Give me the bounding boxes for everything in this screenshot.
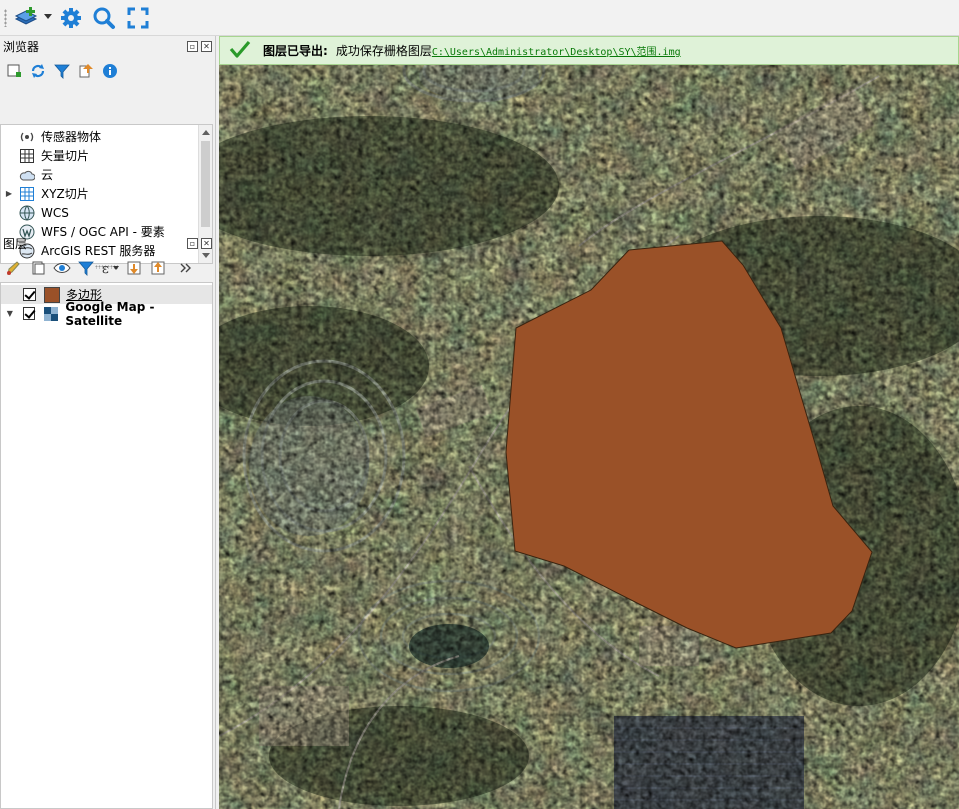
float-panel-icon[interactable]: ▫ [187,41,198,52]
expand-all-icon[interactable] [122,257,146,279]
info-icon[interactable] [98,60,122,82]
browser-toolbar [2,60,122,82]
success-check-icon [229,40,251,61]
main-toolbar [0,0,959,36]
vector-tile-icon [17,148,37,164]
layers-panel-title: 图层 ▫ ✕ [0,234,216,254]
message-title: 图层已导出: [263,44,328,58]
message-file-link[interactable]: C:\Users\Administrator\Desktop\SY\范围.img [432,43,681,58]
browser-item-wcs[interactable]: WCS [1,203,199,222]
polygon-swatch-icon [44,286,60,303]
satellite-imagery [219,36,959,809]
browser-item-cloud[interactable]: 云 [1,165,199,184]
zoom-magnifier-icon[interactable] [90,4,118,32]
refresh-icon[interactable] [26,60,50,82]
svg-text:ε: ε [102,262,109,276]
visibility-eye-icon[interactable] [50,257,74,279]
style-brush-icon[interactable] [2,257,26,279]
settings-gear-icon[interactable] [57,4,85,32]
scroll-up-arrow-icon[interactable] [202,130,210,135]
layers-toolbar: ε [2,257,214,279]
filter-icon[interactable] [50,60,74,82]
fullscreen-icon[interactable] [124,4,152,32]
expression-filter-icon[interactable]: ε [98,257,122,279]
browser-item-xyz-tiles[interactable]: ▶ XYZ切片 [1,184,199,203]
xyz-tile-icon [17,186,37,202]
close-panel-icon[interactable]: ✕ [201,41,212,52]
layers-tree: 多边形 ▼ Google Map - Satellite [0,282,213,809]
close-panel-icon[interactable]: ✕ [201,238,212,249]
expand-arrow-icon[interactable]: ▶ [1,189,17,198]
toolbar-grip[interactable] [4,9,7,27]
browser-item-vector-tiles[interactable]: 矢量切片 [1,146,199,165]
layer-visibility-checkbox[interactable] [22,307,36,320]
sensor-icon [17,129,37,145]
add-group-icon[interactable] [26,257,50,279]
message-bar: 图层已导出: 成功保存栅格图层 C:\Users\Administrator\D… [219,36,959,65]
layer-visibility-checkbox[interactable] [23,288,36,301]
add-selected-icon[interactable] [2,60,26,82]
scrollbar-thumb[interactable] [201,141,210,227]
cloud-icon [17,167,37,183]
map-canvas[interactable]: 图层已导出: 成功保存栅格图层 C:\Users\Administrator\D… [219,36,959,809]
float-panel-icon[interactable]: ▫ [187,238,198,249]
raster-icon [43,305,60,322]
layer-item-google-satellite[interactable]: ▼ Google Map - Satellite [1,300,212,328]
filter-legend-icon[interactable] [74,257,98,279]
browser-item-sensor[interactable]: 传感器物体 [1,127,199,146]
collapse-arrow-icon[interactable]: ▼ [1,309,19,318]
more-chevron-icon[interactable] [174,257,198,279]
left-dock: 浏览器 ▫ ✕ 传感器物体 矢量切片 云 ▶ XYZ切片 WCS WFS / O… [0,36,216,809]
collapse-all-icon[interactable] [146,257,170,279]
wcs-globe-icon [17,205,37,221]
add-layer-icon[interactable] [12,4,40,32]
collapse-all-icon[interactable] [74,60,98,82]
browser-panel-title: 浏览器 ▫ ✕ [0,37,216,57]
chevron-down-icon[interactable] [44,14,52,19]
message-text: 成功保存栅格图层 [335,44,432,58]
